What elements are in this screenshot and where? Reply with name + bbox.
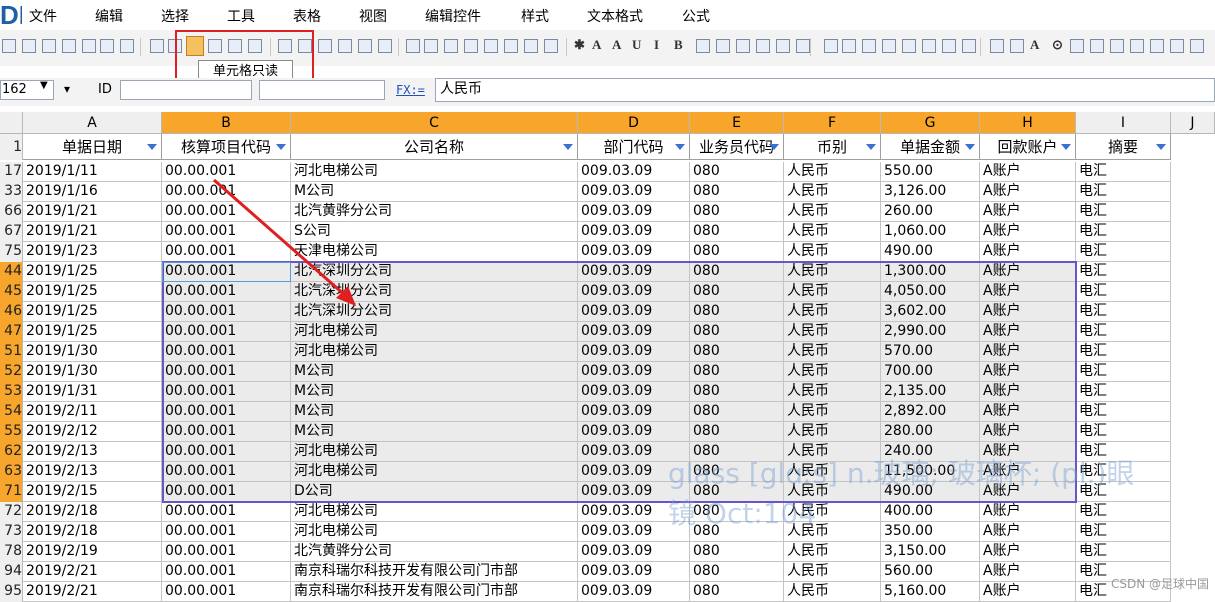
credit-text: CSDN @足球中国 <box>1110 577 1209 591</box>
annotation-arrow <box>213 178 356 306</box>
